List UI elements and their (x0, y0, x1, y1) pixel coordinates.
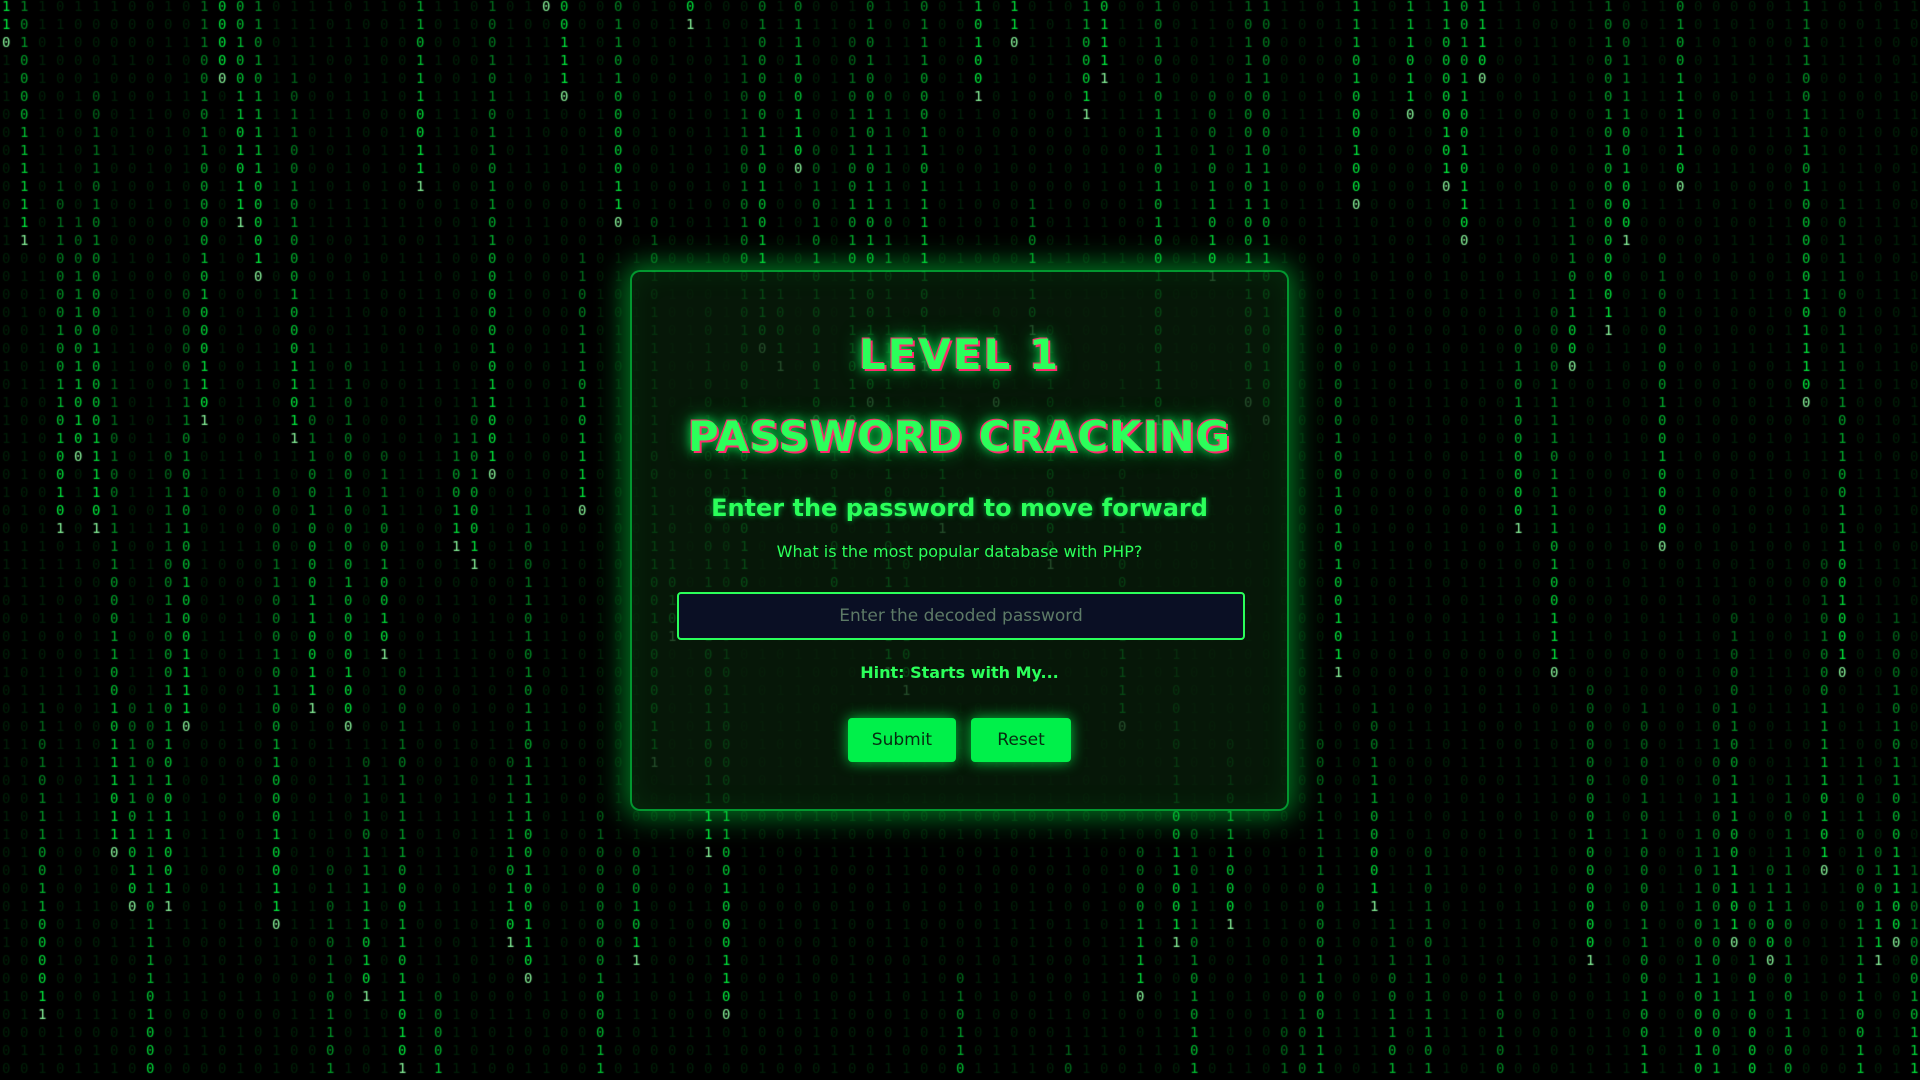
question-text: What is the most popular database with P… (776, 542, 1143, 561)
level-title: LEVEL 1 (858, 330, 1061, 379)
reset-button[interactable]: Reset (971, 718, 1072, 762)
button-row: Submit Reset (632, 718, 1287, 762)
hint-text: Hint: Starts with My... (860, 663, 1059, 682)
password-input[interactable] (677, 592, 1245, 640)
submit-button[interactable]: Submit (847, 718, 956, 762)
challenge-card: LEVEL 1 PASSWORD CRACKING Enter the pass… (630, 270, 1289, 811)
page-title: PASSWORD CRACKING (687, 412, 1232, 461)
instruction-text: Enter the password to move forward (711, 494, 1208, 522)
